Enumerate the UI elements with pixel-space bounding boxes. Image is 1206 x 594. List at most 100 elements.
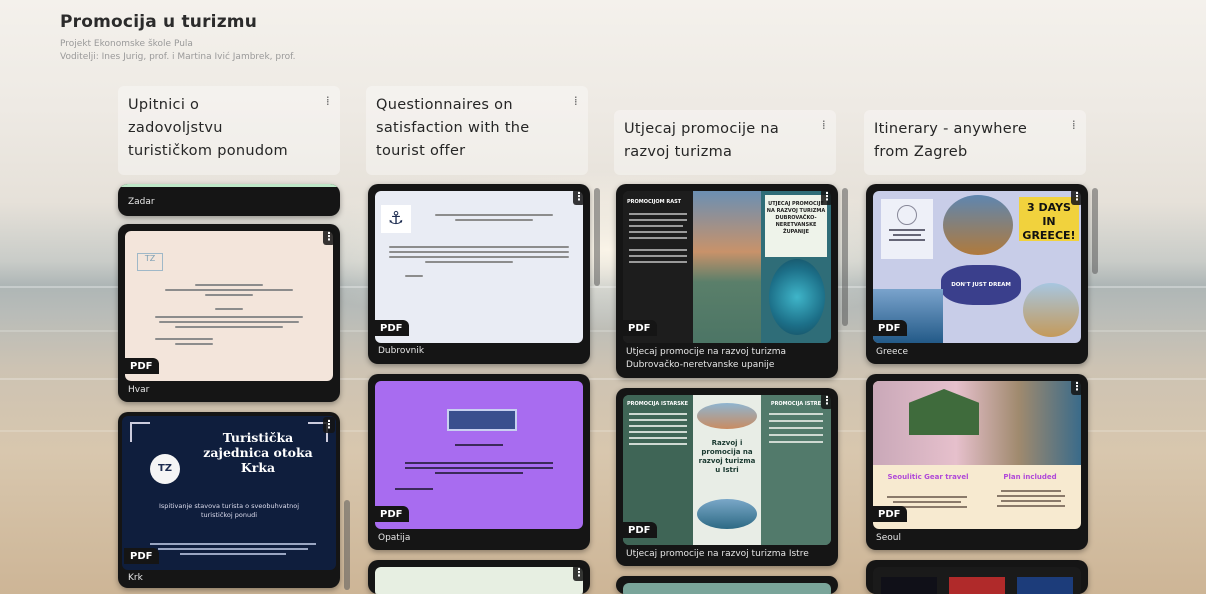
- doc-line: [435, 214, 553, 216]
- column-header[interactable]: Upitnici o zadovoljstvu turističkom ponu…: [118, 86, 340, 175]
- doc-line: [769, 413, 823, 415]
- doc-line: [629, 425, 687, 427]
- post-card-krk[interactable]: TZ Turistička zajednica otoka Krka Ispit…: [118, 412, 340, 588]
- column-menu-icon[interactable]: ⁞: [822, 114, 826, 137]
- column-menu-icon[interactable]: ⁞: [574, 90, 578, 113]
- doc-line: [629, 443, 687, 445]
- post-card-dubrovacko[interactable]: PROMOCIJOM RAST UTJECAJ PROMOCIJE NA RAZ…: [616, 184, 838, 378]
- slide-tile: [881, 577, 937, 594]
- horizon-glow: [250, 170, 970, 330]
- post-card-zadar[interactable]: Zadar: [118, 184, 340, 216]
- card-menu-icon[interactable]: ⋮: [323, 417, 335, 433]
- doc-line: [455, 219, 533, 221]
- post-card-hvar[interactable]: TZ PDF ⋮ Hvar: [118, 224, 340, 402]
- doc-line: [629, 419, 687, 421]
- column-utjecaj: Utjecaj promocije na razvoj turizma ⁞: [614, 110, 836, 175]
- post-card-seoul[interactable]: Seoulitic Gear travel Plan included PDF …: [866, 374, 1088, 550]
- emblem-icon: [897, 205, 917, 225]
- post-card-dubrovnik[interactable]: ⚓ PDF ⋮ Dubrovnik: [368, 184, 590, 364]
- card-caption: Utjecaj promocije na razvoj turizma Istr…: [626, 549, 809, 559]
- card-menu-icon[interactable]: ⋮: [573, 565, 585, 581]
- column-header[interactable]: Utjecaj promocije na razvoj turizma ⁞: [614, 110, 836, 175]
- column-scrollbar[interactable]: [1092, 188, 1098, 274]
- post-card-greece[interactable]: 3 DAYS IN GREECE! DON'T JUST DREAM PDF ⋮…: [866, 184, 1088, 364]
- doc-line: [629, 431, 687, 433]
- panel-title: PROMOCIJA ISTARSKE: [627, 401, 689, 407]
- pdf-badge: PDF: [124, 548, 160, 564]
- thumb-lead: Ispitivanje stavova turista o sveobuhvat…: [158, 502, 300, 519]
- doc-line: [405, 275, 423, 277]
- photo-oval: [697, 499, 757, 529]
- column-title-line: turističkom ponudom: [128, 143, 288, 159]
- info-panel: [881, 199, 933, 259]
- anchor-logo-icon: ⚓: [381, 205, 411, 233]
- card-menu-icon[interactable]: ⋮: [1071, 379, 1083, 395]
- center-panel: Razvoj i promocija na razvoj turizma u I…: [693, 395, 761, 545]
- thumb-title-line: Krka: [240, 460, 276, 475]
- column-header[interactable]: Questionnaires on satisfaction with the …: [366, 86, 588, 175]
- board-title: Promocija u turizmu: [60, 12, 258, 32]
- sea-image: [769, 259, 825, 335]
- pdf-badge: PDF: [374, 320, 410, 336]
- column-scrollbar[interactable]: [594, 188, 600, 286]
- pdf-badge: PDF: [374, 506, 410, 522]
- column-menu-icon[interactable]: ⁞: [1072, 114, 1076, 137]
- doc-line: [769, 420, 823, 422]
- post-card-partial[interactable]: ⋮: [368, 560, 590, 594]
- doc-line: [175, 343, 213, 345]
- card-caption: Zadar: [128, 197, 155, 207]
- doc-line: [195, 284, 263, 286]
- doc-line: [1001, 490, 1061, 492]
- panel-title: PROMOCIJA ISTRE: [770, 401, 822, 407]
- card-menu-icon[interactable]: ⋮: [573, 189, 585, 205]
- doc-line: [175, 326, 283, 328]
- card-menu-icon[interactable]: ⋮: [821, 393, 833, 409]
- card-menu-icon[interactable]: ⋮: [1071, 189, 1083, 205]
- card-menu-icon[interactable]: ⋮: [821, 189, 833, 205]
- post-card-partial[interactable]: [616, 576, 838, 594]
- doc-line: [887, 496, 967, 498]
- pdf-badge: PDF: [872, 320, 908, 336]
- photo-circle: [943, 195, 1013, 255]
- photo-circle: [1023, 283, 1079, 337]
- column-questionnaires: Questionnaires on satisfaction with the …: [366, 86, 588, 175]
- doc-line: [629, 249, 687, 251]
- thumb-title-line: Turistička: [222, 430, 294, 445]
- doc-line: [395, 488, 433, 490]
- doc-line: [435, 472, 523, 474]
- board-header: Promocija u turizmu Projekt Ekonomske šk…: [60, 12, 296, 64]
- doc-line: [165, 289, 293, 291]
- card-caption: Opatija: [378, 533, 411, 543]
- thumb-center-text: Razvoj i promocija na razvoj turizma u I…: [698, 439, 756, 474]
- card-caption: Krk: [128, 573, 143, 583]
- doc-line: [155, 316, 303, 318]
- card-caption: Greece: [876, 347, 909, 357]
- card-menu-icon[interactable]: ⋮: [323, 229, 335, 245]
- doc-line: [889, 239, 925, 241]
- doc-line: [629, 225, 683, 227]
- column-menu-icon[interactable]: ⁞: [326, 90, 330, 113]
- thumb-title-line: zajednica otoka: [203, 445, 313, 460]
- doc-line: [1001, 500, 1061, 502]
- column-title-line: Upitnici o: [128, 97, 200, 113]
- column-scrollbar[interactable]: [842, 188, 848, 326]
- doc-line: [997, 495, 1065, 497]
- doc-line: [159, 321, 299, 323]
- pdf-thumbnail: TZ Turistička zajednica otoka Krka Ispit…: [122, 416, 336, 570]
- pdf-thumbnail: [375, 567, 583, 594]
- photo-column: [693, 191, 761, 343]
- doc-line: [455, 444, 503, 446]
- column-title-line: razvoj turizma: [624, 144, 733, 160]
- post-card-istra[interactable]: PROMOCIJA ISTARSKE Razvoj i promocija na…: [616, 388, 838, 566]
- card-caption: Utjecaj promocije na razvoj turizma: [626, 347, 786, 357]
- post-card-opatija[interactable]: PDF Opatija: [368, 374, 590, 550]
- doc-line: [893, 501, 961, 503]
- post-card-partial[interactable]: [866, 560, 1088, 594]
- panel-title: UTJECAJ PROMOCIJE NA RAZVOJ TURIZMA DUBR…: [765, 195, 827, 257]
- column-header[interactable]: Itinerary - anywhere from Zagreb ⁞: [864, 110, 1086, 175]
- column-scrollbar[interactable]: [344, 500, 350, 590]
- project-line: Projekt Ekonomske škole Pula: [60, 39, 193, 49]
- board-description: Projekt Ekonomske škole Pula Voditelji: …: [60, 38, 296, 64]
- card-caption: Seoul: [876, 533, 901, 543]
- pdf-badge: PDF: [622, 320, 658, 336]
